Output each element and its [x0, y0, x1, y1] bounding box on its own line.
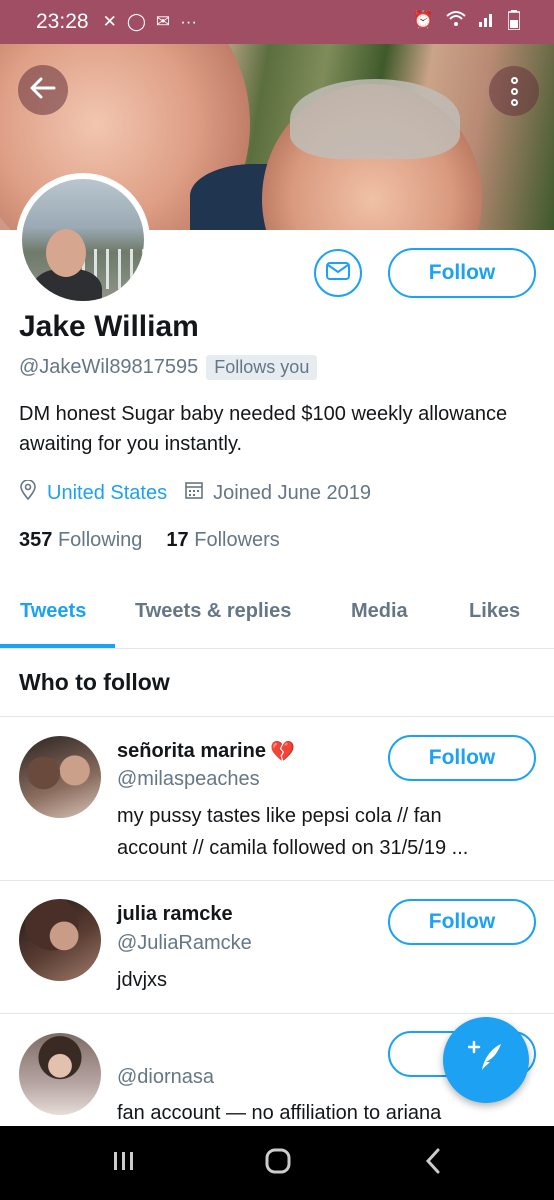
suggestion-avatar[interactable]: [19, 736, 101, 818]
suggestion-avatar[interactable]: [19, 1033, 101, 1115]
profile-name: Jake William: [19, 310, 199, 343]
vertical-dots-icon: [510, 76, 518, 106]
feather-plus-icon: [467, 1040, 504, 1080]
more-options-button[interactable]: [489, 66, 539, 116]
suggestion-name: señorita marine: [117, 740, 266, 762]
profile-bio: DM honest Sugar baby needed $100 weekly …: [19, 403, 508, 455]
tab-media[interactable]: Media: [351, 600, 408, 623]
suggestion-bio: my pussy tastes like pepsi cola // fan a…: [117, 800, 517, 864]
profile-meta: United States Joined June 2019: [19, 479, 371, 506]
back-nav-icon[interactable]: [424, 1148, 442, 1181]
follow-button[interactable]: Follow: [388, 735, 536, 781]
followers-link[interactable]: 17 Followers: [166, 529, 279, 552]
suggestion-name-row: julia ramcke: [117, 903, 233, 926]
following-count: 357: [19, 529, 53, 551]
status-time: 23:28: [36, 10, 89, 33]
profile-tabs: Tweets Tweets & replies Media Likes: [0, 590, 554, 649]
envelope-icon: [326, 261, 350, 285]
suggestion-bio: jdvjxs: [117, 969, 168, 991]
profile-handle-row: @JakeWil89817595 Follows you: [19, 355, 318, 380]
missed-call-icon: ✕: [102, 12, 117, 31]
divider: [0, 1013, 554, 1014]
divider: [0, 716, 554, 717]
wifi-icon: [446, 10, 466, 35]
more-dots-icon: ···: [180, 12, 198, 31]
following-link[interactable]: 357 Following: [19, 529, 142, 552]
active-tab-indicator: [0, 644, 115, 648]
message-button[interactable]: [314, 249, 362, 297]
calendar-icon: [185, 481, 203, 505]
location-pin-icon: [19, 479, 37, 506]
follow-counts: 357 Following 17 Followers: [19, 529, 280, 552]
suggestion-bio: fan account — no affiliation to ariana: [117, 1102, 442, 1124]
followers-label: Followers: [194, 529, 280, 551]
profile-avatar[interactable]: [16, 173, 150, 307]
suggestion-handle: @milaspeaches: [117, 768, 260, 790]
whatsapp-icon: ◯: [126, 12, 146, 31]
back-button[interactable]: [18, 65, 68, 115]
profile-handle: @JakeWil89817595: [19, 356, 199, 378]
broken-heart-icon: 💔: [269, 741, 295, 763]
follows-you-badge: Follows you: [206, 355, 318, 380]
notification-icons: ✕ ◯ ✉ ···: [103, 12, 198, 32]
suggestion-avatar[interactable]: [19, 899, 101, 981]
follow-button[interactable]: Follow: [388, 248, 536, 298]
gmail-icon: ✉: [155, 12, 171, 31]
suggestion-handle: @JuliaRamcke: [117, 932, 252, 954]
tab-tweets[interactable]: Tweets: [20, 600, 86, 623]
android-nav-bar: [0, 1126, 554, 1200]
battery-icon: [507, 10, 521, 35]
following-label: Following: [57, 529, 143, 551]
alarm-icon: ⏰: [412, 10, 434, 29]
compose-tweet-button[interactable]: [443, 1017, 529, 1103]
suggestion-name-row: señorita marine 💔: [117, 739, 295, 764]
suggestion-name: julia ramcke: [117, 903, 233, 925]
tab-likes[interactable]: Likes: [469, 600, 520, 623]
suggestion-bio-line: my pussy tastes like pepsi cola // fan: [117, 805, 442, 827]
followers-count: 17: [166, 529, 189, 551]
profile-joined-date: Joined June 2019: [213, 481, 371, 504]
profile-location[interactable]: United States: [47, 482, 167, 505]
divider: [0, 880, 554, 881]
follow-button[interactable]: Follow: [388, 899, 536, 945]
suggestion-handle: @diornasa: [117, 1066, 215, 1088]
header-photo-hair: [290, 79, 460, 159]
status-bar: 23:28 ✕ ◯ ✉ ··· ⏰: [0, 0, 554, 44]
signal-icon: [478, 10, 496, 35]
suggestion-bio-line: account // camila followed on 31/5/19 ..…: [117, 837, 469, 859]
system-icons: ⏰: [412, 10, 521, 35]
arrow-left-icon: [30, 73, 56, 107]
recent-apps-icon[interactable]: [112, 1148, 136, 1180]
home-icon[interactable]: [265, 1148, 291, 1181]
who-to-follow-title: Who to follow: [19, 669, 170, 695]
avatar-photo: [22, 179, 144, 301]
tab-tweets-replies[interactable]: Tweets & replies: [135, 600, 291, 623]
